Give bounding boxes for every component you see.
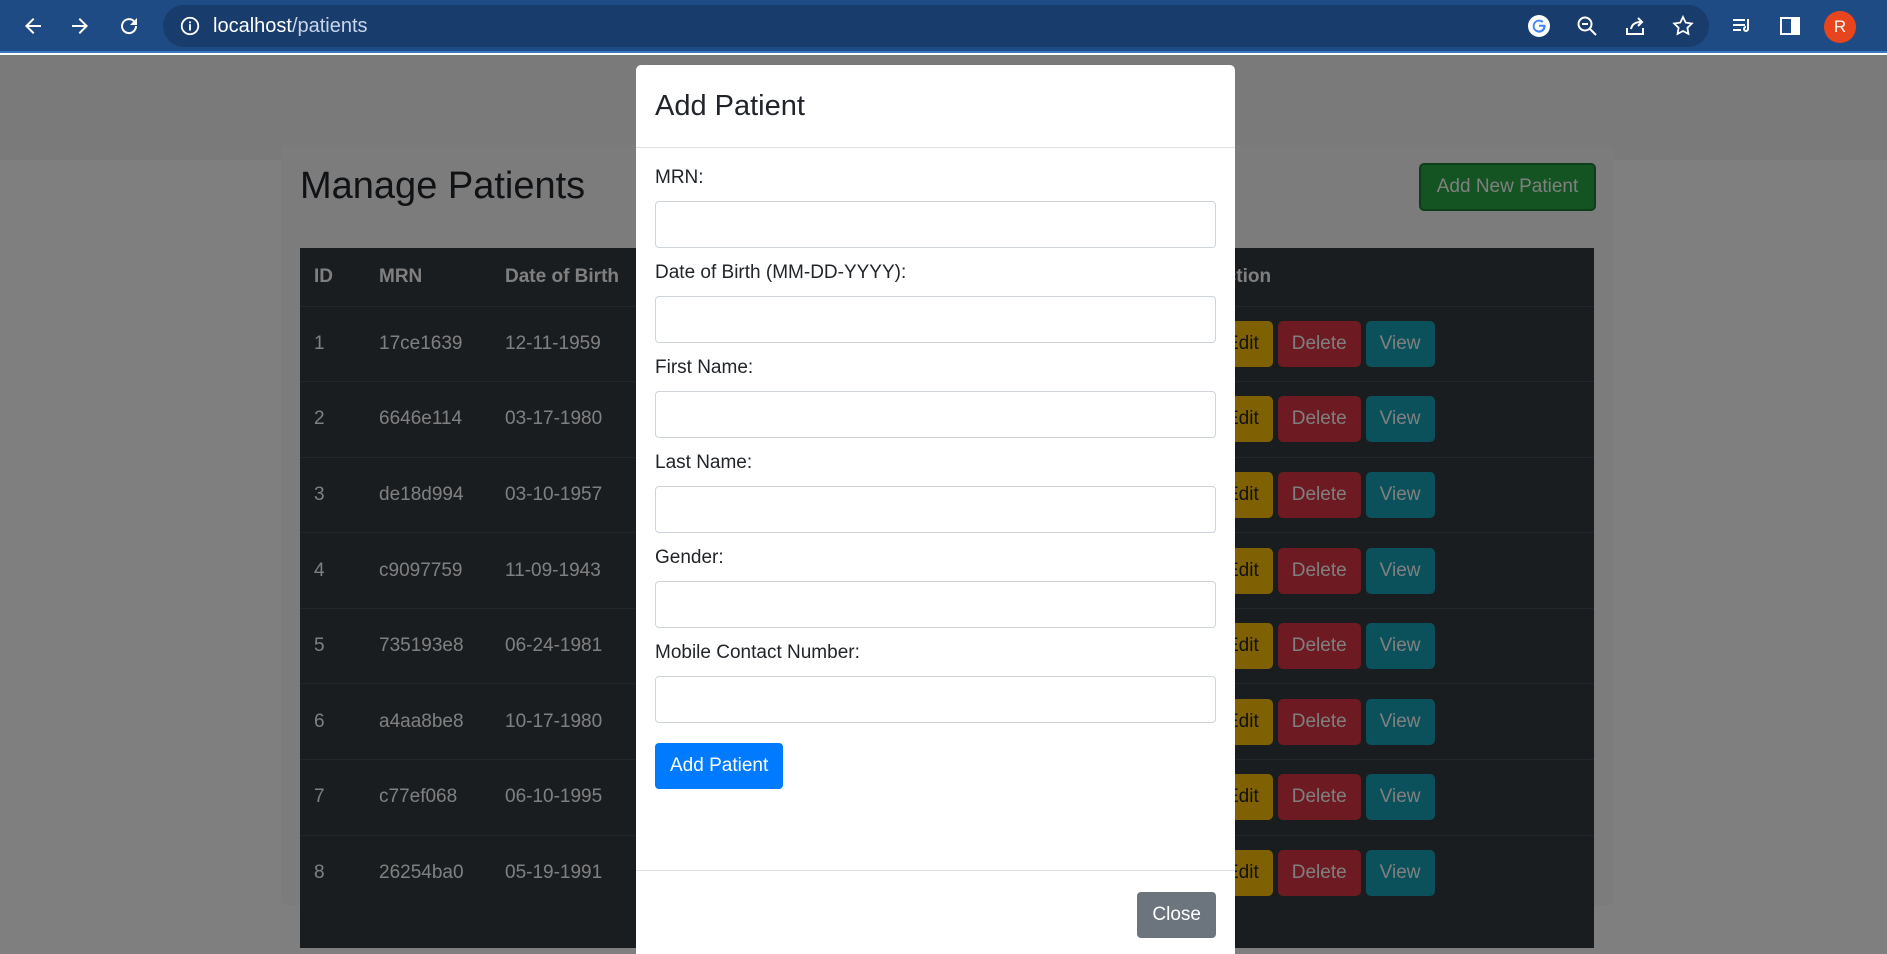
- share-arrow-icon: [1626, 17, 1644, 35]
- add-patient-submit-button[interactable]: Add Patient: [655, 743, 784, 789]
- mobile-label: Mobile Contact Number:: [655, 642, 860, 663]
- star-icon: [1672, 14, 1694, 36]
- info-icon: [180, 16, 200, 36]
- gender-field: Gender:: [655, 547, 1217, 628]
- first-name-input[interactable]: [655, 391, 1216, 438]
- modal-header: Add Patient: [636, 65, 1235, 148]
- modal-title: Add Patient: [655, 89, 805, 122]
- zoom-icon[interactable]: [1573, 12, 1601, 40]
- google-logo-icon: [1528, 15, 1550, 37]
- last-name-field: Last Name:: [655, 452, 1217, 533]
- mrn-input[interactable]: [655, 201, 1216, 248]
- mrn-field: MRN:: [655, 167, 1217, 248]
- side-panel-icon[interactable]: [1776, 12, 1804, 40]
- mobile-input[interactable]: [655, 676, 1216, 723]
- add-patient-form: MRN: Date of Birth (MM-DD-YYYY): First N…: [636, 148, 1235, 789]
- media-queue-icon[interactable]: [1728, 12, 1756, 40]
- mobile-field: Mobile Contact Number:: [655, 642, 1217, 723]
- panel-icon: [1780, 17, 1800, 35]
- url-host: localhost: [213, 14, 292, 37]
- last-name-input[interactable]: [655, 486, 1216, 533]
- zoom-out-icon: [1577, 16, 1597, 36]
- bookmark-star-icon[interactable]: [1669, 12, 1697, 40]
- arrow-left-icon: [25, 18, 41, 34]
- dob-field: Date of Birth (MM-DD-YYYY):: [655, 262, 1217, 343]
- first-name-label: First Name:: [655, 357, 754, 378]
- forward-button[interactable]: [63, 9, 97, 43]
- add-patient-modal: Add Patient MRN: Date of Birth (MM-DD-YY…: [636, 65, 1235, 954]
- profile-avatar[interactable]: R: [1824, 11, 1856, 43]
- dob-input[interactable]: [655, 296, 1216, 343]
- close-button[interactable]: Close: [1137, 892, 1216, 938]
- last-name-label: Last Name:: [655, 452, 753, 473]
- dob-label: Date of Birth (MM-DD-YYYY):: [655, 262, 907, 283]
- playlist-icon: [1733, 19, 1749, 32]
- reload-icon: [121, 18, 138, 35]
- browser-toolbar: localhost/patients R: [0, 0, 1887, 53]
- share-icon[interactable]: [1621, 12, 1649, 40]
- arrow-right-icon: [72, 18, 88, 34]
- url-text: localhost/patients: [213, 15, 368, 38]
- mrn-label: MRN:: [655, 167, 704, 188]
- back-button[interactable]: [16, 9, 50, 43]
- reload-button[interactable]: [112, 9, 146, 43]
- modal-footer: Close: [636, 870, 1235, 954]
- google-icon[interactable]: [1525, 12, 1553, 40]
- first-name-field: First Name:: [655, 357, 1217, 438]
- gender-label: Gender:: [655, 547, 724, 568]
- address-bar[interactable]: localhost/patients: [163, 5, 1709, 47]
- url-path: /patients: [291, 14, 368, 37]
- gender-input[interactable]: [655, 581, 1216, 628]
